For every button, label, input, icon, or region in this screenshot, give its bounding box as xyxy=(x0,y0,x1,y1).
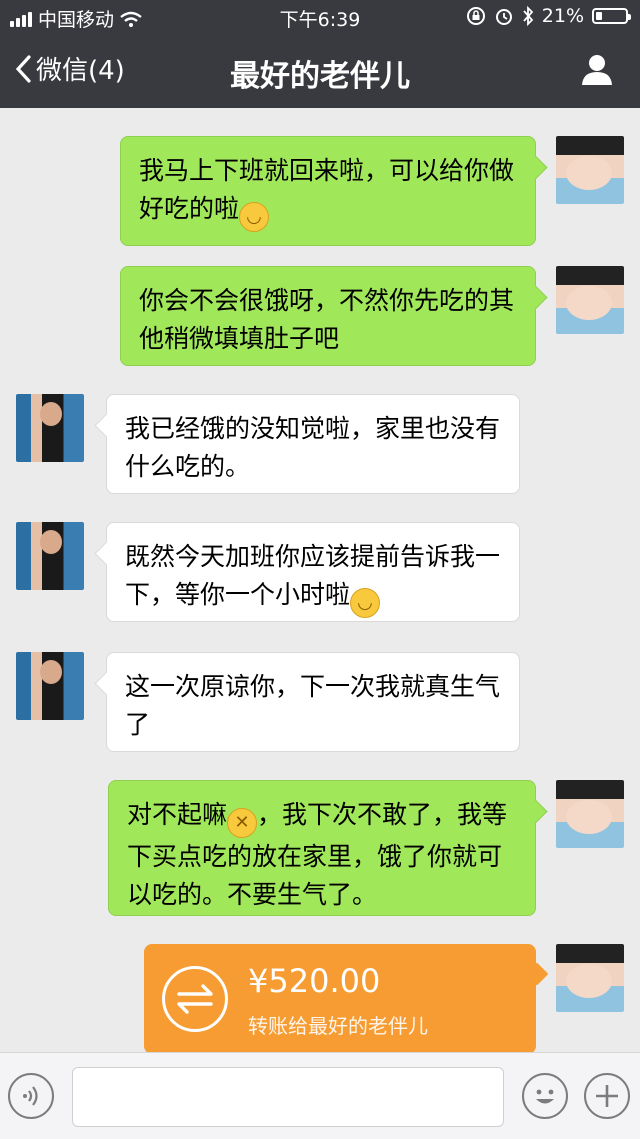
message-bubble-incoming[interactable]: 既然今天加班你应该提前告诉我一下，等你一个小时啦 ◡ xyxy=(106,522,520,622)
message-input[interactable] xyxy=(72,1067,504,1127)
chat-area[interactable]: 我马上下班就回来啦，可以给你做好吃的啦 ◡ 你会不会很饿呀，不然你先吃的其他稍微填… xyxy=(0,108,640,1052)
my-avatar[interactable] xyxy=(556,780,624,848)
message-text: 我马上下班就回来啦，可以给你做好吃的啦 xyxy=(139,156,515,223)
message-text: 对不起嘛 xyxy=(127,800,228,829)
voice-icon xyxy=(23,1086,38,1106)
transfer-note: 转账给最好的老伴儿 xyxy=(248,1014,428,1038)
alarm-icon xyxy=(495,9,512,25)
shy-emoji-icon: ✕ xyxy=(227,808,258,838)
message-text: 我已经饿的没知觉啦，家里也没有什么吃的。 xyxy=(125,414,501,481)
nav-bar: 微信(4) 最好的老伴儿 xyxy=(0,34,640,108)
message-bubble-outgoing[interactable]: 对不起嘛 ✕ ，我下次不敢了，我等下买点吃的放在家里，饿了你就可以吃的。不要生气了。 xyxy=(108,780,536,916)
contact-avatar[interactable] xyxy=(16,652,84,720)
status-bar: 中国移动 下午6:39 21% xyxy=(0,0,640,34)
input-bar xyxy=(0,1052,640,1139)
money-transfer-card[interactable]: ¥520.00 转账给最好的老伴儿 xyxy=(144,944,536,1052)
message-bubble-incoming[interactable]: 我已经饿的没知觉啦，家里也没有什么吃的。 xyxy=(106,394,520,494)
battery-level-fill xyxy=(596,12,602,20)
my-avatar[interactable] xyxy=(556,266,624,334)
contact-avatar[interactable] xyxy=(16,394,84,462)
lock-rotation-icon xyxy=(466,7,485,25)
voice-button[interactable] xyxy=(8,1073,54,1119)
emoji-icon xyxy=(536,1089,554,1104)
user-profile-icon[interactable] xyxy=(580,52,614,86)
more-button[interactable] xyxy=(584,1073,630,1119)
plus-icon xyxy=(596,1085,618,1107)
my-avatar[interactable] xyxy=(556,136,624,204)
bluetooth-icon xyxy=(523,6,534,26)
top-bar: 中国移动 下午6:39 21% 微信(4) 最好的老伴儿 xyxy=(0,0,640,108)
message-bubble-incoming[interactable]: 这一次原谅你，下一次我就真生气了 xyxy=(106,652,520,752)
message-bubble-outgoing[interactable]: 我马上下班就回来啦，可以给你做好吃的啦 ◡ xyxy=(120,136,536,246)
emoji-button[interactable] xyxy=(522,1073,568,1119)
smile-emoji-icon: ◡ xyxy=(350,588,381,618)
transfer-arrows-icon xyxy=(162,966,228,1032)
message-bubble-outgoing[interactable]: 你会不会很饿呀，不然你先吃的其他稍微填填肚子吧 xyxy=(120,266,536,366)
smile-emoji-icon: ◡ xyxy=(239,202,270,232)
battery-percent: 21% xyxy=(541,5,584,27)
status-right: 21% xyxy=(466,5,631,27)
chat-title: 最好的老伴儿 xyxy=(230,59,410,94)
message-text: 这一次原谅你，下一次我就真生气了 xyxy=(125,672,501,739)
message-text: 既然今天加班你应该提前告诉我一下，等你一个小时啦 xyxy=(125,542,501,609)
message-text: 你会不会很饿呀，不然你先吃的其他稍微填填肚子吧 xyxy=(139,286,515,353)
transfer-amount: ¥520.00 xyxy=(248,962,381,1000)
my-avatar[interactable] xyxy=(556,944,624,1012)
contact-avatar[interactable] xyxy=(16,522,84,590)
battery-icon xyxy=(592,8,631,24)
